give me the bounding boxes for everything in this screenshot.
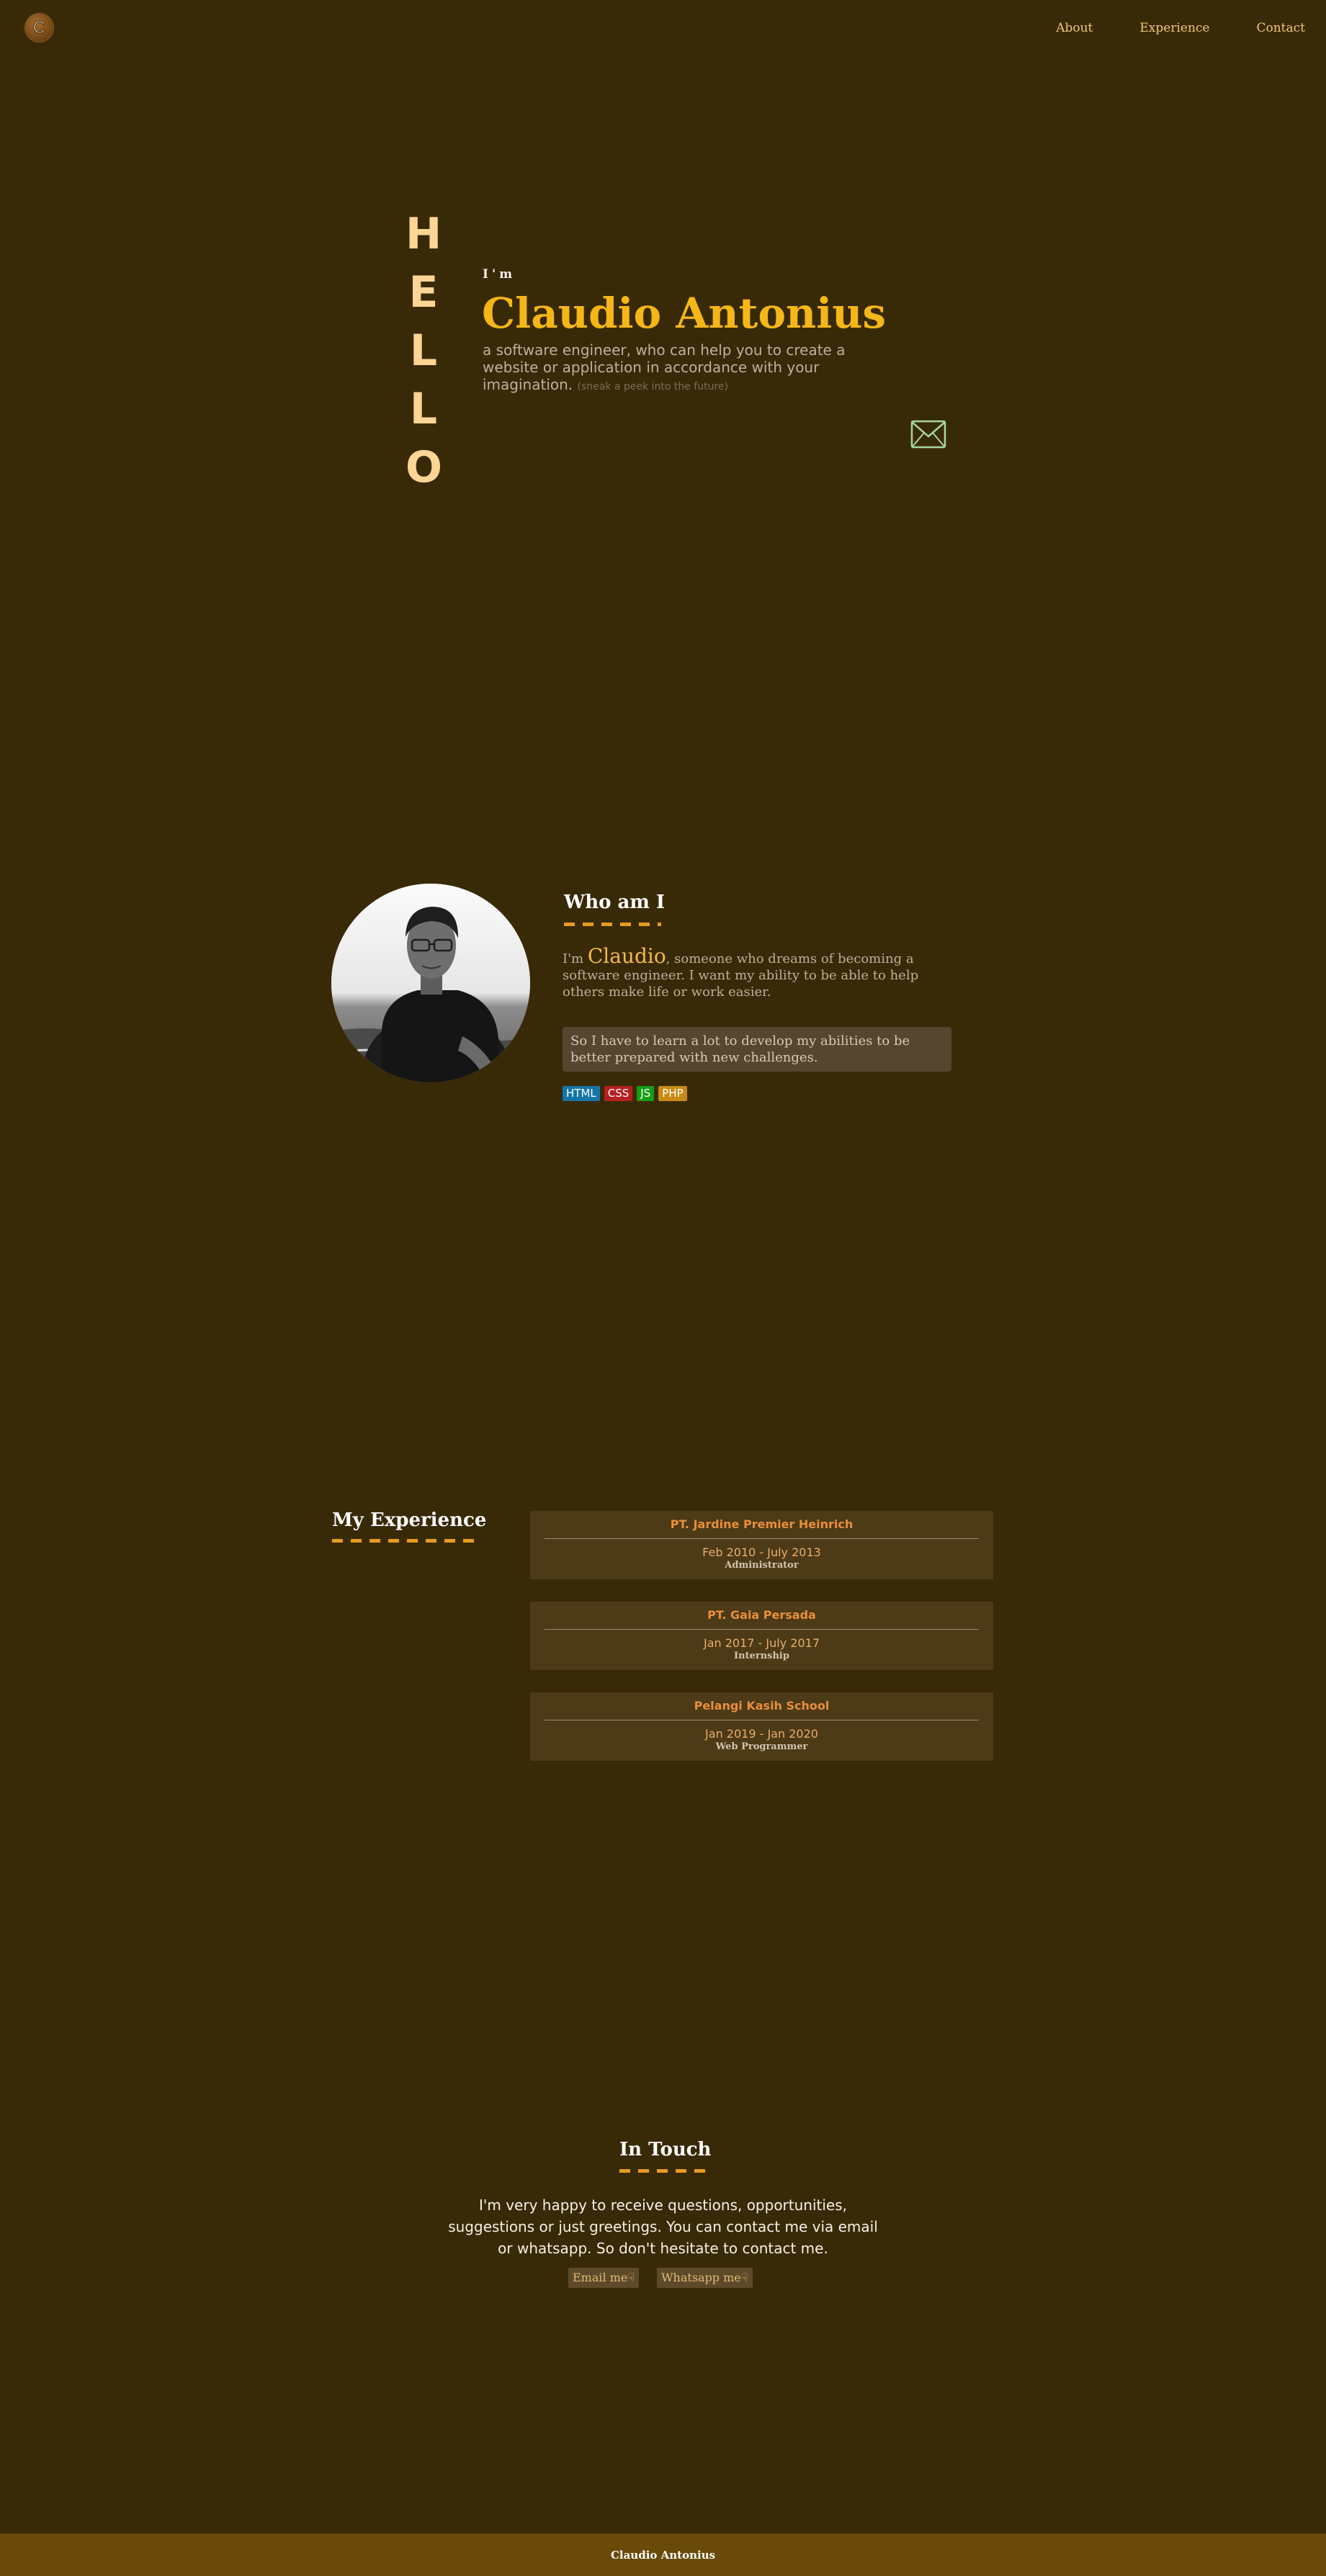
hello-letter: L <box>409 326 438 376</box>
experience-divider <box>545 1629 979 1630</box>
experience-period: Jan 2017 - July 2017 <box>704 1636 820 1650</box>
experience-company: PT. Jardine Premier Heinrich <box>670 1517 854 1531</box>
footer-name: Claudio Antonius <box>610 2548 716 2562</box>
experience-period: Feb 2010 - July 2013 <box>702 1545 821 1559</box>
hello-letter: E <box>408 267 439 318</box>
skill-badge-html: HTML <box>563 1086 600 1101</box>
experience-title: My Experience <box>332 1509 487 1531</box>
experience-company: PT. Gaia Persada <box>707 1608 816 1622</box>
experience-role: Administrator <box>725 1560 799 1571</box>
hero-name: Claudio Antonius <box>482 289 887 338</box>
experience-role: Web Programmer <box>715 1741 808 1752</box>
contact-buttons: Email me☟ Whatsapp me☟ <box>568 2268 753 2288</box>
contact-title: In Touch <box>619 2139 712 2160</box>
experience-role: Internship <box>734 1651 789 1661</box>
nav-experience[interactable]: Experience <box>1139 21 1209 35</box>
footer: Claudio Antonius <box>0 2534 1326 2576</box>
experience-divider <box>545 1538 979 1539</box>
about-title: Who am I <box>564 892 666 913</box>
skill-badges: HTML CSS JS PHP <box>563 1086 687 1101</box>
avatar <box>331 884 530 1082</box>
skill-badge-php: PHP <box>658 1086 687 1101</box>
skill-badge-js: JS <box>637 1086 655 1101</box>
whatsapp-button[interactable]: Whatsapp me☟ <box>657 2268 753 2288</box>
experience-card: PT. Gaia Persada Jan 2017 - July 2017 In… <box>530 1602 993 1670</box>
envelope-icon[interactable] <box>910 420 946 449</box>
hero-intro: I'm <box>483 267 516 282</box>
logo[interactable]: C <box>25 14 53 42</box>
hello-letter: H <box>406 209 442 259</box>
hero-tagline: a software engineer, who can help you to… <box>483 341 872 395</box>
experience-card: PT. Jardine Premier Heinrich Feb 2010 - … <box>530 1511 993 1579</box>
logo-letter: C <box>32 17 46 37</box>
top-nav: About Experience Contact <box>1056 21 1305 35</box>
experience-title-underline <box>332 1539 480 1543</box>
experience-card: Pelangi Kasih School Jan 2019 - Jan 2020… <box>530 1692 993 1761</box>
hello-letter: O <box>406 442 443 493</box>
contact-title-underline <box>619 2169 707 2173</box>
about-quote: So I have to learn a lot to develop my a… <box>563 1027 951 1072</box>
about-text: I'm Claudio, someone who dreams of becom… <box>563 946 937 1000</box>
skill-badge-css: CSS <box>604 1086 633 1101</box>
profile-photo <box>331 884 530 1082</box>
nav-about[interactable]: About <box>1056 21 1093 35</box>
experience-period: Jan 2019 - Jan 2020 <box>705 1727 818 1741</box>
hero-peek-text: (sneak a peek into the future) <box>577 381 728 392</box>
about-title-underline <box>564 923 661 926</box>
about-name-highlight: Claudio <box>587 944 666 968</box>
experience-company: Pelangi Kasih School <box>694 1699 830 1713</box>
contact-text: I'm very happy to receive questions, opp… <box>448 2196 878 2257</box>
hello-vertical-text: H E L L O <box>406 205 442 497</box>
email-button[interactable]: Email me☟ <box>568 2268 640 2288</box>
about-text-prefix: I'm <box>563 951 588 966</box>
nav-contact[interactable]: Contact <box>1256 21 1305 35</box>
hello-letter: L <box>409 384 438 434</box>
